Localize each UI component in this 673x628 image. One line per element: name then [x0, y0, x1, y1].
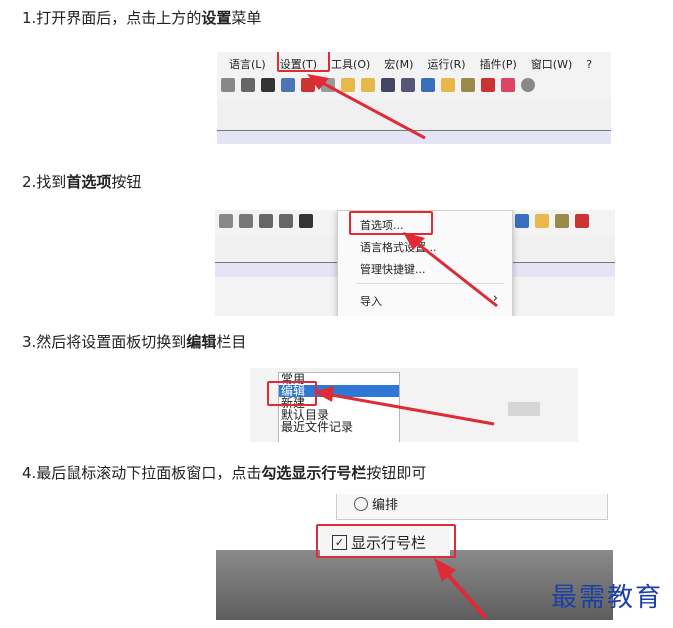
step-3-text: 3.然后将设置面板切换到编辑栏目 [22, 332, 246, 352]
step-4-bold: 勾选显示行号栏 [261, 464, 367, 482]
step-2-text: 2.找到首选项按钮 [22, 172, 141, 192]
step-1-pre: 1.打开界面后，点击上方的 [22, 9, 202, 27]
step-2-bold: 首选项 [66, 173, 112, 191]
arrow-2 [403, 232, 498, 308]
step-3-post: 栏目 [216, 333, 247, 351]
step-4-text: 4.最后鼠标滚动下拉面板窗口，点击勾选显示行号栏按钮即可 [22, 463, 426, 483]
step-1-post: 菜单 [231, 9, 262, 27]
step-3-bold: 编辑 [186, 333, 217, 351]
step-4-pre: 4.最后鼠标滚动下拉面板窗口，点击 [22, 464, 262, 482]
watermark: 最需教育 [550, 583, 663, 613]
step-2-pre: 2.找到 [22, 173, 67, 191]
arrow-1 [307, 74, 426, 140]
screenshot-dropdown: 首选项... 语言格式设置... 管理快捷键... 导入 › [215, 210, 615, 316]
step-1-bold: 设置 [201, 9, 232, 27]
screenshot-menubar: 语言(L) 设置(T) 工具(O) 宏(M) 运行(R) 插件(P) 窗口(W)… [217, 52, 611, 144]
step-3-pre: 3.然后将设置面板切换到 [22, 333, 187, 351]
step-1-text: 1.打开界面后，点击上方的设置菜单 [22, 8, 261, 28]
arrow-3 [314, 386, 495, 426]
step-4-post: 按钮即可 [366, 464, 427, 482]
screenshot-settings-list: 常用 编辑 新建 默认目录 最近文件记录 [250, 368, 578, 442]
step-2-post: 按钮 [111, 173, 142, 191]
